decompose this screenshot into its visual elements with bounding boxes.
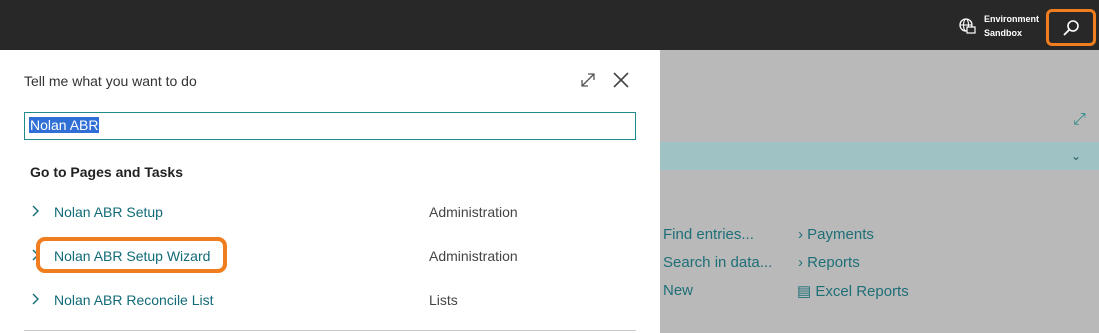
result-category: Administration [429, 248, 518, 264]
section-heading: Go to Pages and Tasks [30, 164, 184, 180]
action-reports-label: Reports [807, 254, 860, 271]
chevron-down-icon[interactable]: ⌄ [1071, 149, 1081, 163]
top-bar: Environment Sandbox [0, 0, 1099, 50]
action-reports[interactable]: › Reports [798, 254, 860, 271]
search-icon [1063, 19, 1079, 36]
search-input-value: Nolan ABR [29, 117, 100, 133]
chevron-right-icon [32, 293, 39, 305]
close-icon[interactable] [611, 70, 631, 90]
action-new[interactable]: New [663, 282, 693, 299]
dialog-title: Tell me what you want to do [24, 73, 197, 89]
action-excel-reports-label: Excel Reports [815, 283, 909, 300]
action-find-entries[interactable]: Find entries... [663, 226, 754, 243]
action-payments-label: Payments [807, 226, 874, 243]
action-search-in-data[interactable]: Search in data... [663, 254, 772, 271]
result-row[interactable]: Nolan ABR Setup Administration [24, 194, 636, 230]
highlight-callout [36, 237, 227, 273]
chevron-right-icon [32, 205, 39, 217]
tell-me-search-input[interactable]: Nolan ABR [24, 112, 636, 140]
page-expand-icon[interactable]: ⤢ [1073, 111, 1086, 129]
result-row[interactable]: Nolan ABR Reconcile List Lists [24, 282, 636, 318]
result-category: Lists [429, 292, 458, 308]
divider [24, 330, 636, 331]
report-document-icon: ▤ [797, 283, 812, 300]
chevron-right-icon: › [798, 254, 803, 271]
action-excel-reports[interactable]: ▤ Excel Reports [797, 282, 909, 300]
globe-building-icon [959, 18, 976, 34]
chevron-right-icon: › [798, 226, 803, 243]
action-payments[interactable]: › Payments [798, 226, 874, 243]
tell-me-search-button[interactable] [1046, 9, 1096, 46]
expand-icon[interactable] [578, 70, 598, 90]
result-category: Administration [429, 204, 518, 220]
background-section-band[interactable] [660, 142, 1099, 170]
result-label[interactable]: Nolan ABR Setup [54, 204, 163, 220]
environment-indicator[interactable]: Environment Sandbox [958, 12, 1039, 40]
tell-me-dialog: Tell me what you want to do Nolan ABR Go… [0, 50, 660, 333]
result-label[interactable]: Nolan ABR Reconcile List [54, 292, 214, 308]
environment-name: Sandbox [984, 28, 1023, 38]
environment-label: Environment [984, 14, 1040, 24]
